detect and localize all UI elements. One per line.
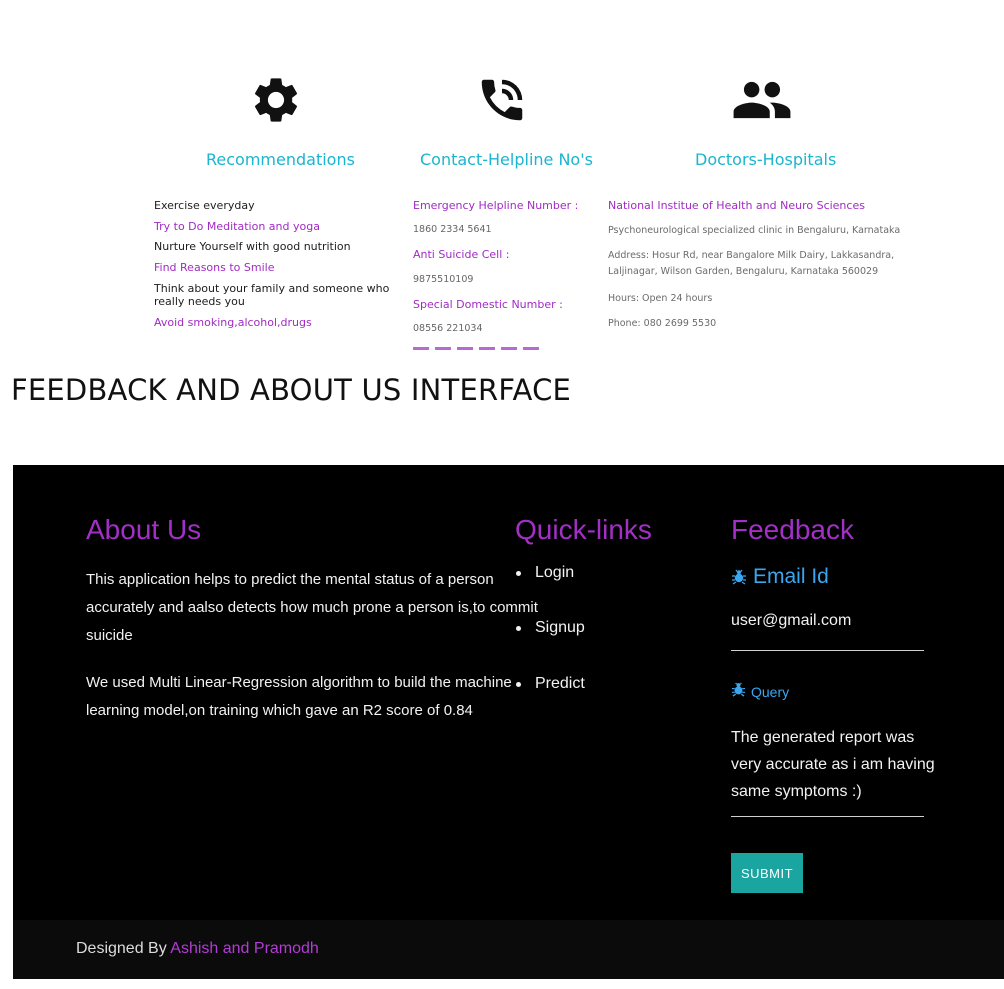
helpline-label: Emergency Helpline Number :	[413, 199, 579, 212]
quick-link-label[interactable]: Signup	[535, 619, 585, 637]
helpline-number: 08556 221034	[413, 323, 483, 334]
hospital-address: Address: Hosur Rd, near Bangalore Milk D…	[608, 250, 895, 261]
hospital-phone: Phone: 080 2699 5530	[608, 318, 717, 329]
query-label: Query	[731, 678, 789, 700]
about-line: We used Multi Linear-Regression algorith…	[86, 674, 512, 691]
bullet	[516, 570, 521, 576]
recommendation-item: Nurture Yourself with good nutrition	[154, 240, 351, 253]
about-us-text: This application helps to predict the me…	[86, 566, 538, 650]
feedback-title: Feedback	[731, 514, 854, 545]
about-us-title: About Us	[86, 514, 202, 545]
hospital-name: National Institue of Health and Neuro Sc…	[608, 199, 865, 212]
recommendation-item: really needs you	[154, 295, 245, 308]
bug-icon	[731, 681, 746, 698]
recommendation-item: Try to Do Meditation and yoga	[154, 220, 320, 233]
submit-button[interactable]: SUBMIT	[731, 853, 803, 893]
about-us-model-text: We used Multi Linear-Regression algorith…	[86, 669, 512, 725]
about-line: accurately and aalso detects how much pr…	[86, 599, 538, 616]
designed-by-names[interactable]: Ashish and Pramodh	[170, 940, 319, 957]
helpline-label: Special Domestic Number :	[413, 298, 563, 311]
bullet	[516, 625, 521, 631]
bug-icon	[731, 568, 747, 586]
section-heading: FEEDBACK AND ABOUT US INTERFACE	[11, 373, 572, 407]
hospital-address: Laljinagar, Wilson Garden, Bengaluru, Ka…	[608, 266, 879, 277]
quick-link-label[interactable]: Predict	[535, 675, 585, 693]
phone-call-icon	[470, 68, 534, 132]
bullet	[516, 681, 521, 687]
gear-icon	[244, 68, 308, 132]
query-field-underline	[731, 816, 924, 817]
designed-by: Designed By Ashish and Pramodh	[76, 940, 319, 958]
quick-links-title: Quick-links	[515, 514, 652, 545]
hospital-description: Psychoneurological specialized clinic in…	[608, 225, 901, 236]
query-line: The generated report was	[731, 729, 915, 746]
query-line: same symptoms :)	[731, 783, 862, 800]
quick-link-label[interactable]: Login	[535, 564, 574, 582]
query-line: very accurate as i am having	[731, 756, 935, 773]
email-label-text: Email Id	[753, 565, 829, 588]
quick-link-predict[interactable]: Predict	[516, 675, 585, 693]
helpline-number: 1860 2334 5641	[413, 224, 492, 235]
hospitals-title: Doctors-Hospitals	[695, 150, 837, 169]
email-field[interactable]: user@gmail.com	[731, 612, 851, 630]
quick-link-signup[interactable]: Signup	[516, 619, 585, 637]
email-label: Email Id	[731, 565, 829, 589]
designed-by-prefix: Designed By	[76, 940, 167, 957]
query-field[interactable]: The generated report was very accurate a…	[731, 724, 935, 805]
hospital-hours: Hours: Open 24 hours	[608, 293, 713, 304]
recommendation-item: Find Reasons to Smile	[154, 261, 275, 274]
about-line: This application helps to predict the me…	[86, 571, 494, 588]
recommendation-item: Avoid smoking,alcohol,drugs	[154, 316, 312, 329]
cutoff-text-fragment	[413, 347, 543, 350]
about-line: suicide	[86, 627, 133, 644]
quick-link-login[interactable]: Login	[516, 564, 574, 582]
helpline-number: 9875510109	[413, 274, 474, 285]
recommendations-title: Recommendations	[206, 150, 355, 169]
about-line: learning model,on training which gave an…	[86, 702, 473, 719]
query-label-text: Query	[751, 684, 790, 700]
email-field-underline	[731, 650, 924, 651]
helpline-title: Contact-Helpline No's	[420, 150, 593, 169]
helpline-label: Anti Suicide Cell :	[413, 248, 510, 261]
recommendation-item: Exercise everyday	[154, 199, 255, 212]
people-icon	[730, 68, 794, 132]
recommendation-item: Think about your family and someone who	[154, 282, 390, 295]
